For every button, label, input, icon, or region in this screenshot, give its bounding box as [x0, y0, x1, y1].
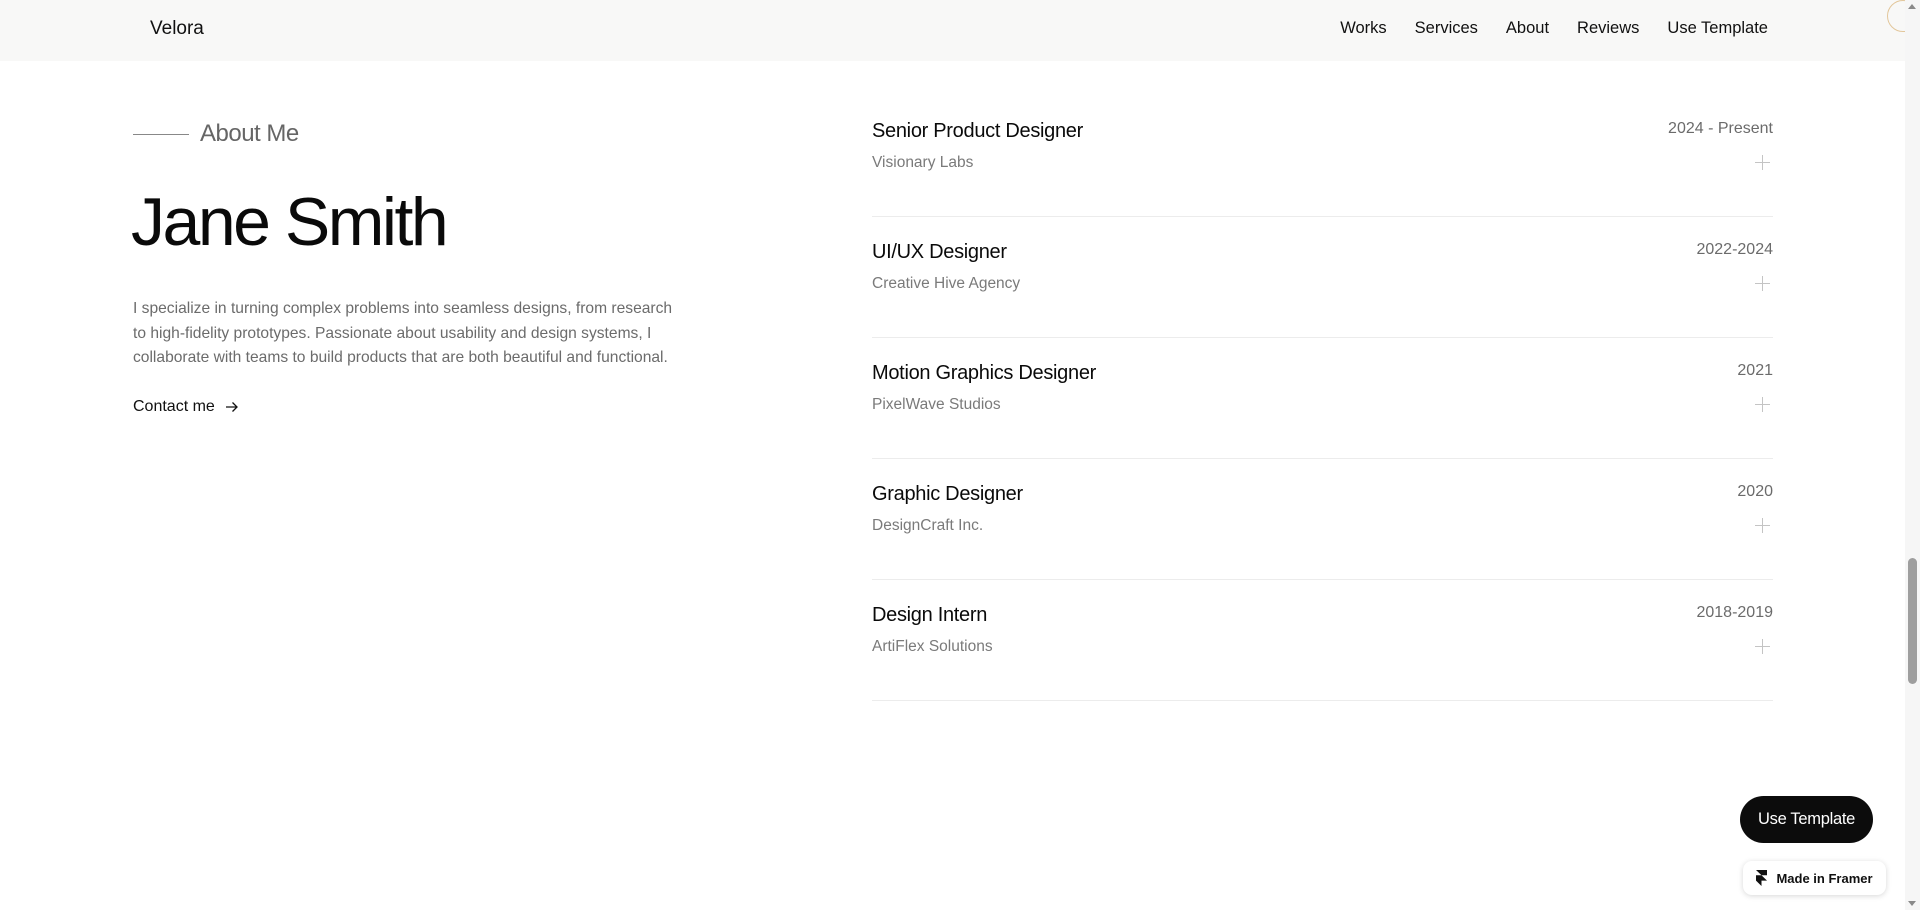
- scrollbar-thumb[interactable]: [1908, 558, 1917, 684]
- experience-date: 2024 - Present: [1668, 120, 1773, 137]
- framer-logo-icon: [1756, 870, 1768, 886]
- experience-item[interactable]: Senior Product Designer Visionary Labs 2…: [872, 96, 1773, 217]
- nav-link-reviews[interactable]: Reviews: [1577, 19, 1639, 38]
- experience-item[interactable]: Graphic Designer DesignCraft Inc. 2020: [872, 459, 1773, 580]
- plus-icon[interactable]: [1755, 397, 1770, 412]
- section-label-about: About Me: [133, 120, 299, 148]
- nav-link-works[interactable]: Works: [1340, 19, 1386, 38]
- plus-icon[interactable]: [1755, 639, 1770, 654]
- experience-date: 2021: [1737, 362, 1773, 379]
- section-label-text: About Me: [200, 120, 299, 147]
- experience-role: Design Intern: [872, 604, 988, 626]
- experience-item[interactable]: Motion Graphics Designer PixelWave Studi…: [872, 338, 1773, 459]
- site-logo[interactable]: Velora: [150, 18, 204, 40]
- top-navbar: Velora Works Services About Reviews Use …: [0, 0, 1919, 61]
- experience-role: Graphic Designer: [872, 483, 1023, 505]
- experience-date: 2020: [1737, 483, 1773, 500]
- scroll-down-arrow-icon[interactable]: [1908, 901, 1916, 906]
- scroll-up-arrow-icon[interactable]: [1908, 4, 1916, 9]
- contact-me-link[interactable]: Contact me: [133, 398, 239, 416]
- experience-date: 2022-2024: [1696, 241, 1773, 258]
- use-template-button[interactable]: Use Template: [1740, 796, 1873, 843]
- experience-list: Senior Product Designer Visionary Labs 2…: [872, 96, 1773, 701]
- nav-link-about[interactable]: About: [1506, 19, 1549, 38]
- bio-paragraph: I specialize in turning complex problems…: [133, 300, 673, 366]
- made-in-framer-badge[interactable]: Made in Framer: [1743, 861, 1886, 895]
- plus-icon[interactable]: [1755, 276, 1770, 291]
- made-in-framer-label: Made in Framer: [1776, 870, 1873, 886]
- experience-company: PixelWave Studios: [872, 396, 1001, 413]
- plus-icon[interactable]: [1755, 518, 1770, 533]
- plus-icon[interactable]: [1755, 155, 1770, 170]
- experience-company: DesignCraft Inc.: [872, 517, 984, 534]
- experience-role: Motion Graphics Designer: [872, 362, 1097, 384]
- page-scrollbar[interactable]: [1905, 0, 1920, 910]
- experience-company: Visionary Labs: [872, 154, 974, 171]
- experience-company: Creative Hive Agency: [872, 275, 1021, 292]
- contact-me-label: Contact me: [133, 398, 215, 415]
- experience-role: Senior Product Designer: [872, 120, 1083, 142]
- nav-link-services[interactable]: Services: [1415, 19, 1478, 38]
- experience-item[interactable]: UI/UX Designer Creative Hive Agency 2022…: [872, 217, 1773, 338]
- experience-date: 2018-2019: [1696, 604, 1773, 621]
- experience-company: ArtiFlex Solutions: [872, 638, 993, 655]
- experience-role: UI/UX Designer: [872, 241, 1007, 263]
- section-divider-line: [133, 133, 189, 135]
- nav-links: Works Services About Reviews Use Templat…: [1340, 19, 1768, 38]
- experience-item[interactable]: Design Intern ArtiFlex Solutions 2018-20…: [872, 580, 1773, 701]
- person-name-heading: Jane Smith: [131, 184, 449, 260]
- arrow-right-icon: [225, 402, 238, 412]
- nav-link-use-template[interactable]: Use Template: [1667, 19, 1768, 38]
